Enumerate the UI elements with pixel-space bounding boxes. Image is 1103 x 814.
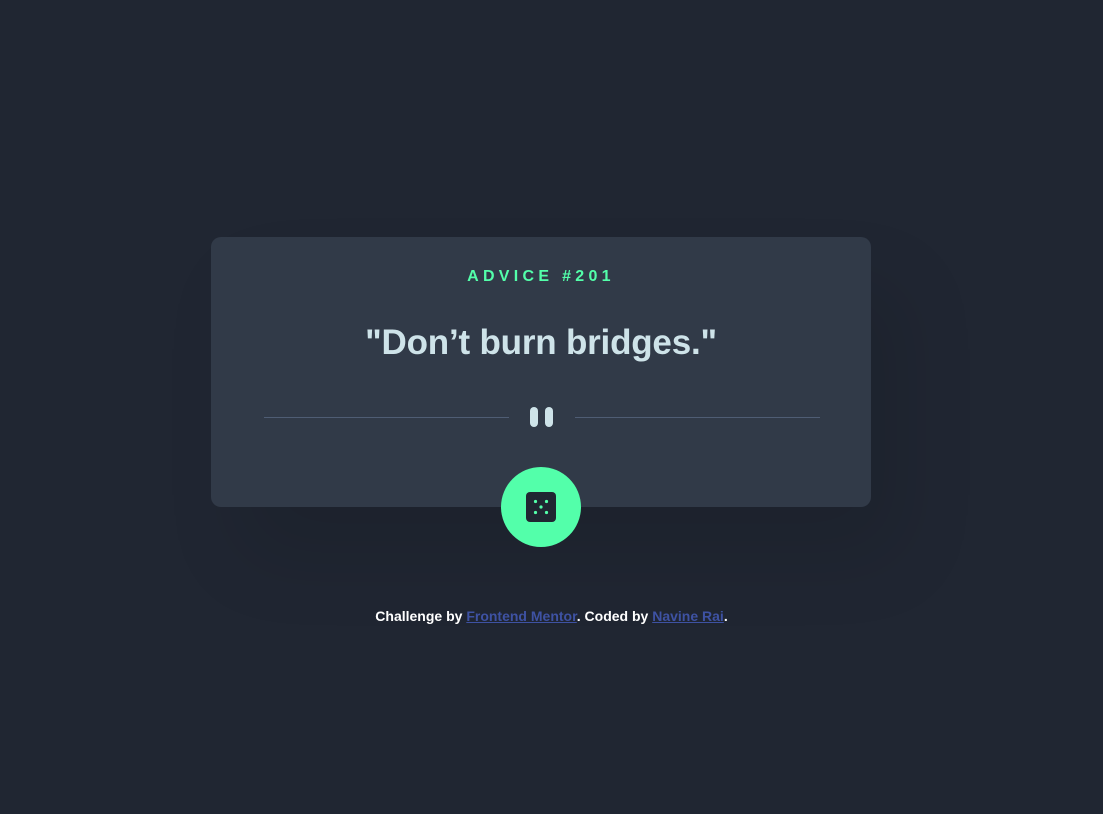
attribution-suffix: . bbox=[723, 608, 728, 624]
generate-advice-button[interactable] bbox=[501, 467, 581, 547]
page: ADVICE #201 "Don’t burn bridges." Challe… bbox=[0, 0, 1103, 814]
frontend-mentor-link[interactable]: Frontend Mentor bbox=[466, 608, 576, 624]
divider-line-left bbox=[264, 417, 509, 418]
pause-icon bbox=[529, 407, 555, 427]
attribution: Challenge by Frontend Mentor. Coded by N… bbox=[0, 608, 1103, 624]
advice-id-label: ADVICE #201 bbox=[467, 268, 615, 285]
attribution-prefix: Challenge by bbox=[375, 608, 467, 624]
advice-quote: "Don’t burn bridges." bbox=[365, 323, 717, 362]
attribution-middle: . Coded by bbox=[576, 608, 653, 624]
pattern-divider bbox=[264, 405, 820, 429]
dice-icon bbox=[526, 492, 556, 522]
divider-line-right bbox=[575, 417, 820, 418]
author-link[interactable]: Navine Rai bbox=[652, 608, 724, 624]
